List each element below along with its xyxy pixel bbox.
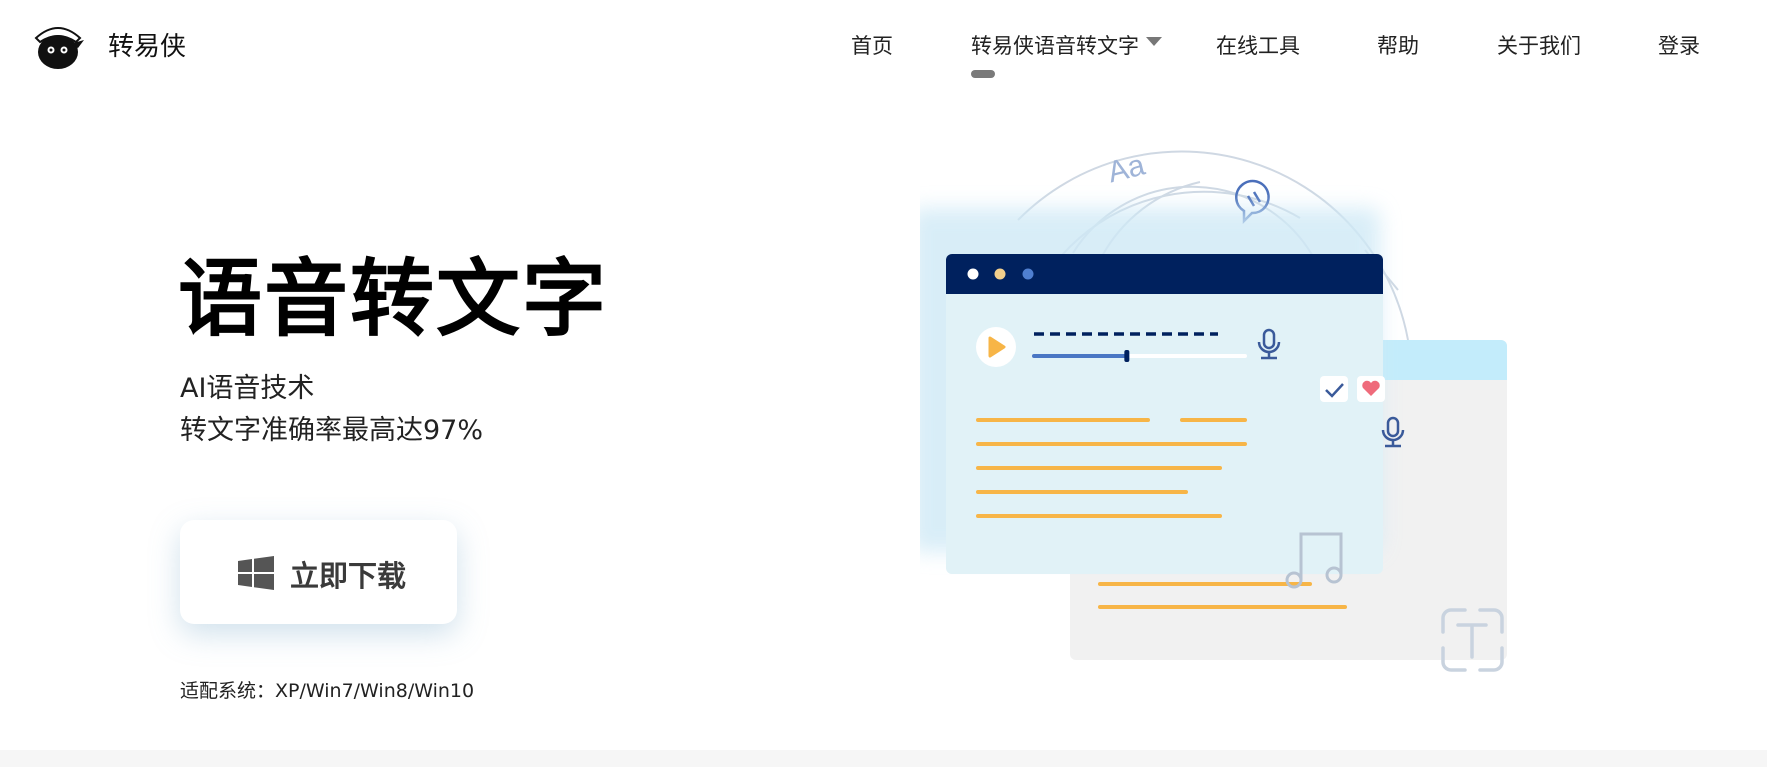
hero-subtitle-line1: AI语音技术 <box>180 373 315 404</box>
nav-login[interactable]: 登录 <box>1658 30 1700 60</box>
windows-icon <box>238 556 274 590</box>
download-button-label: 立即下载 <box>290 559 407 593</box>
audio-progress-knob <box>1124 350 1130 362</box>
footer-strip <box>0 750 1767 767</box>
nav-help[interactable]: 帮助 <box>1377 30 1419 60</box>
front-window <box>920 208 1383 589</box>
active-nav-indicator <box>971 70 995 78</box>
nav-about[interactable]: 关于我们 <box>1497 30 1581 60</box>
nav-home[interactable]: 首页 <box>851 30 893 60</box>
check-icon <box>1320 376 1348 402</box>
heart-icon <box>1357 376 1385 402</box>
nav-product[interactable]: 转易侠语音转文字 <box>971 30 1139 60</box>
top-header: 转易侠 首页 转易侠语音转文字 在线工具 帮助 关于我们 登录 <box>0 0 1767 90</box>
main-nav: 首页 转易侠语音转文字 在线工具 帮助 关于我们 登录 <box>0 30 1767 90</box>
download-button[interactable]: 立即下载 <box>180 520 457 624</box>
hero-title: 语音转文字 <box>178 250 609 348</box>
play-icon <box>976 327 1016 367</box>
hero-illustration: Aa <box>920 148 1507 672</box>
compatible-systems: 适配系统：XP/Win7/Win8/Win10 <box>180 680 475 702</box>
hero-subtitle-line2: 转文字准确率最高达97% <box>180 415 484 446</box>
nav-online-tools[interactable]: 在线工具 <box>1216 30 1300 60</box>
chevron-down-icon[interactable] <box>1146 37 1162 46</box>
